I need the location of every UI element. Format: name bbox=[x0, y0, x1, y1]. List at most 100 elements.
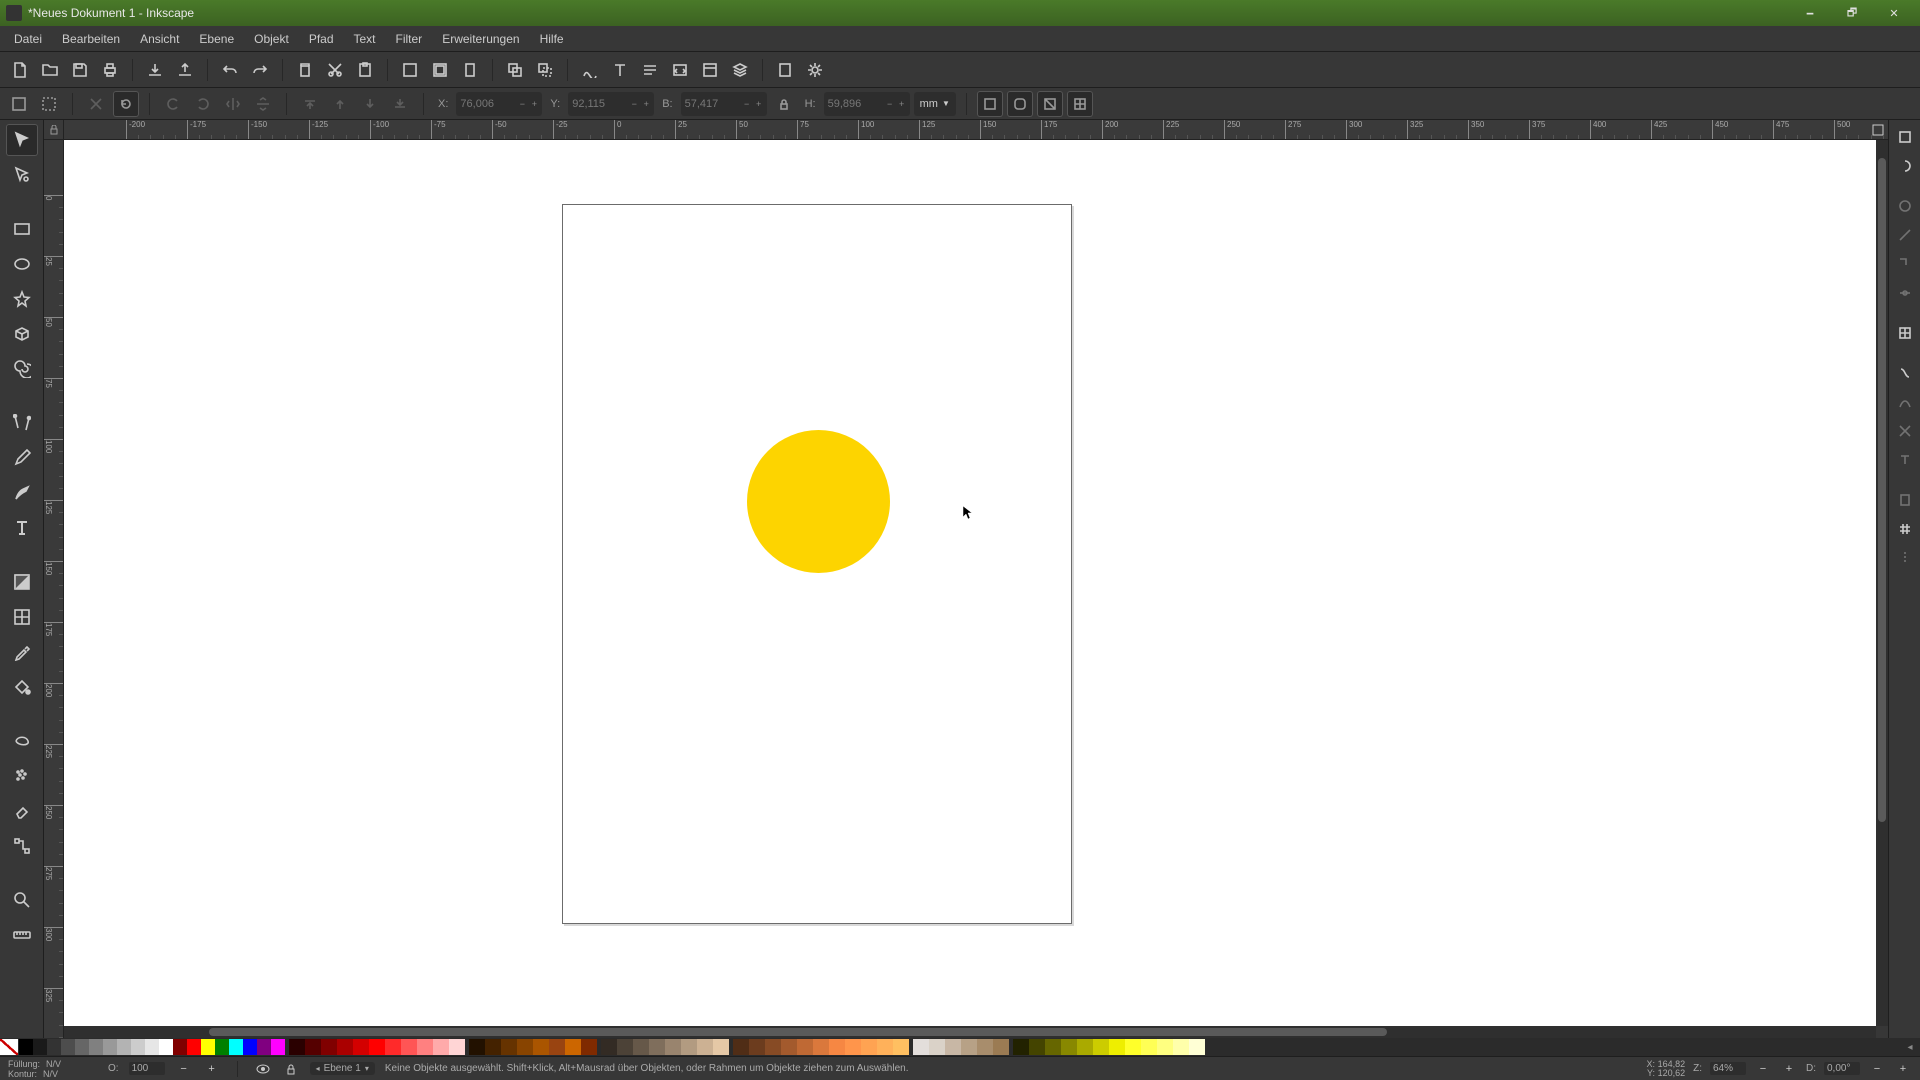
swatch[interactable] bbox=[469, 1039, 485, 1055]
save-file-button[interactable] bbox=[66, 56, 94, 84]
scrollbar-horizontal[interactable] bbox=[64, 1026, 1876, 1038]
swatch[interactable] bbox=[117, 1039, 131, 1055]
paintbucket-tool[interactable] bbox=[6, 671, 38, 703]
text-tool[interactable] bbox=[6, 512, 38, 544]
h-input[interactable] bbox=[824, 98, 882, 110]
rotate-ccw-button[interactable] bbox=[160, 91, 186, 117]
snap-corner-button[interactable] bbox=[1892, 251, 1918, 277]
swatch[interactable] bbox=[19, 1039, 33, 1055]
swatch[interactable] bbox=[89, 1039, 103, 1055]
swatch[interactable] bbox=[271, 1039, 285, 1055]
h-inc[interactable]: + bbox=[897, 99, 907, 109]
swatch[interactable] bbox=[517, 1039, 533, 1055]
swatch[interactable] bbox=[617, 1039, 633, 1055]
layers-button[interactable] bbox=[726, 56, 754, 84]
swatch[interactable] bbox=[47, 1039, 61, 1055]
swatch[interactable] bbox=[369, 1039, 385, 1055]
swatch[interactable] bbox=[733, 1039, 749, 1055]
paste-button[interactable] bbox=[351, 56, 379, 84]
snap-grid-button[interactable] bbox=[1892, 516, 1918, 542]
ruler-vertical[interactable]: 0255075100125150175200225250275300325 bbox=[44, 140, 64, 1038]
swatch[interactable] bbox=[33, 1039, 47, 1055]
swatch[interactable] bbox=[829, 1039, 845, 1055]
lock-wh-button[interactable] bbox=[771, 91, 797, 117]
cut-button[interactable] bbox=[321, 56, 349, 84]
opacity-input[interactable] bbox=[129, 1062, 165, 1075]
zoom-drawing-button[interactable] bbox=[426, 56, 454, 84]
scale-corners-button[interactable] bbox=[1007, 91, 1033, 117]
calligraphy-tool[interactable] bbox=[6, 477, 38, 509]
swatch[interactable] bbox=[337, 1039, 353, 1055]
titlebar[interactable]: *Neues Dokument 1 - Inkscape 🗕 🗗 ✕ bbox=[0, 0, 1920, 26]
dropper-tool[interactable] bbox=[6, 636, 38, 668]
select-all-layers-button[interactable] bbox=[6, 91, 32, 117]
maximize-button[interactable]: 🗗 bbox=[1832, 3, 1872, 23]
clone-button[interactable] bbox=[531, 56, 559, 84]
fill-value[interactable]: N/V bbox=[46, 1059, 61, 1069]
swatch[interactable] bbox=[845, 1039, 861, 1055]
swatch[interactable] bbox=[961, 1039, 977, 1055]
swatch[interactable] bbox=[913, 1039, 929, 1055]
swatch[interactable] bbox=[215, 1039, 229, 1055]
y-input[interactable] bbox=[568, 98, 626, 110]
selectors-button[interactable] bbox=[696, 56, 724, 84]
rectangle-tool[interactable] bbox=[6, 213, 38, 245]
swatch[interactable] bbox=[581, 1039, 597, 1055]
zoom-in[interactable]: + bbox=[1780, 1060, 1798, 1078]
snap-other-button[interactable] bbox=[1892, 360, 1918, 386]
swatch[interactable] bbox=[749, 1039, 765, 1055]
ruler-horizontal[interactable]: -200-175-150-125-100-75-50-2502550751001… bbox=[64, 120, 1888, 140]
x-inc[interactable]: + bbox=[529, 99, 539, 109]
menu-objekt[interactable]: Objekt bbox=[244, 29, 299, 49]
swatch[interactable] bbox=[173, 1039, 187, 1055]
swatch[interactable] bbox=[449, 1039, 465, 1055]
bezier-tool[interactable] bbox=[6, 407, 38, 439]
swatch[interactable] bbox=[929, 1039, 945, 1055]
y-inc[interactable]: + bbox=[641, 99, 651, 109]
connector-tool[interactable] bbox=[6, 830, 38, 862]
swatch[interactable] bbox=[681, 1039, 697, 1055]
copy-button[interactable] bbox=[291, 56, 319, 84]
swatch[interactable] bbox=[533, 1039, 549, 1055]
scale-pattern-button[interactable] bbox=[1067, 91, 1093, 117]
swatch[interactable] bbox=[305, 1039, 321, 1055]
menu-filter[interactable]: Filter bbox=[386, 29, 433, 49]
snap-text-button[interactable] bbox=[1892, 447, 1918, 473]
rot-input[interactable] bbox=[1824, 1062, 1860, 1075]
palette-menu-button[interactable]: ◂ bbox=[1900, 1042, 1920, 1053]
zoom-selection-button[interactable] bbox=[396, 56, 424, 84]
swatch[interactable] bbox=[433, 1039, 449, 1055]
swatch[interactable] bbox=[797, 1039, 813, 1055]
ruler-corner[interactable] bbox=[44, 120, 64, 140]
swatch[interactable] bbox=[813, 1039, 829, 1055]
swatch[interactable] bbox=[401, 1039, 417, 1055]
snap-node-button[interactable] bbox=[1892, 193, 1918, 219]
swatch[interactable] bbox=[61, 1039, 75, 1055]
swatch[interactable] bbox=[321, 1039, 337, 1055]
snap-bbox-button[interactable] bbox=[1892, 153, 1918, 179]
snap-master-button[interactable] bbox=[1892, 124, 1918, 150]
print-button[interactable] bbox=[96, 56, 124, 84]
path-effects-button[interactable] bbox=[576, 56, 604, 84]
minimize-button[interactable]: 🗕 bbox=[1790, 3, 1830, 23]
swatch[interactable] bbox=[289, 1039, 305, 1055]
xml-button[interactable] bbox=[666, 56, 694, 84]
spiral-tool[interactable] bbox=[6, 353, 38, 385]
swatch[interactable] bbox=[1125, 1039, 1141, 1055]
eraser-tool[interactable] bbox=[6, 795, 38, 827]
menu-datei[interactable]: Datei bbox=[4, 29, 52, 49]
swatch[interactable] bbox=[893, 1039, 909, 1055]
undo-button[interactable] bbox=[216, 56, 244, 84]
snap-center-button[interactable] bbox=[1892, 320, 1918, 346]
align-button[interactable] bbox=[636, 56, 664, 84]
snap-path-button[interactable] bbox=[1892, 389, 1918, 415]
w-inc[interactable]: + bbox=[754, 99, 764, 109]
w-input[interactable] bbox=[681, 98, 739, 110]
swatch[interactable] bbox=[1173, 1039, 1189, 1055]
swatch[interactable] bbox=[649, 1039, 665, 1055]
opacity-inc[interactable]: + bbox=[203, 1060, 221, 1078]
scale-gradient-button[interactable] bbox=[1037, 91, 1063, 117]
scale-stroke-button[interactable] bbox=[977, 91, 1003, 117]
swatch[interactable] bbox=[765, 1039, 781, 1055]
lock-icon[interactable] bbox=[282, 1060, 300, 1078]
